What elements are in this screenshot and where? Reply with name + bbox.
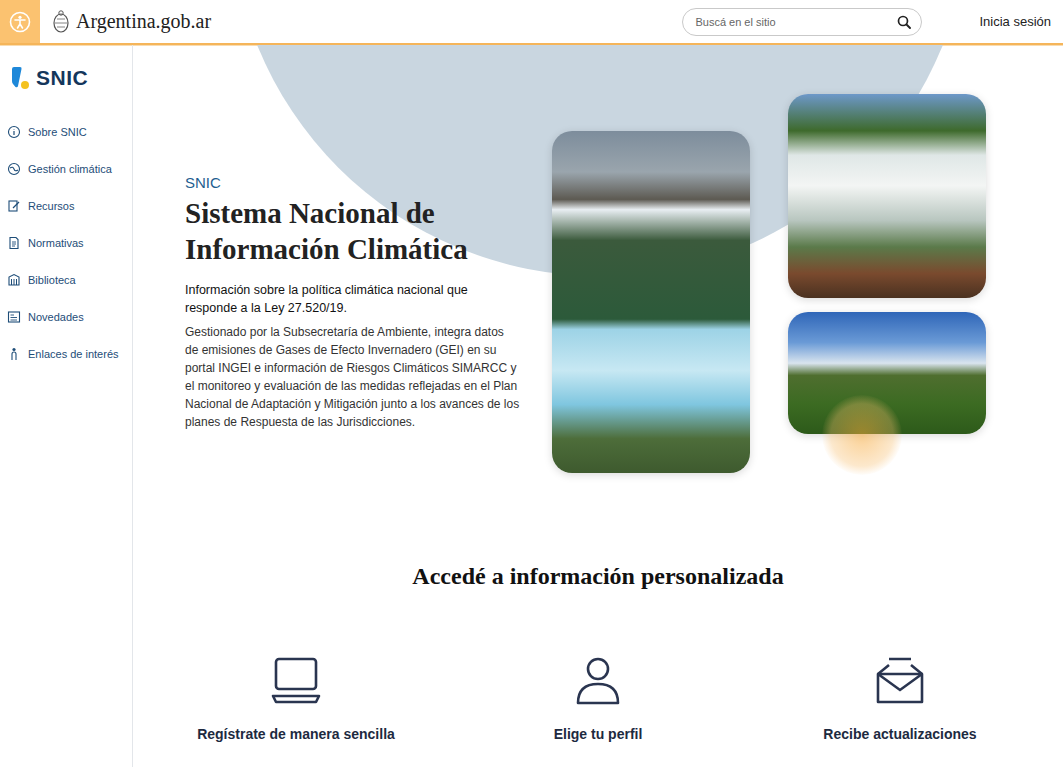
sidebar-item-label[interactable]: Novedades	[28, 311, 84, 323]
feature-item: Elige tu perfil	[447, 656, 749, 742]
top-bar: Argentina.gob.ar Inicia sesión	[0, 0, 1063, 45]
feature-label: Regístrate de manera sencilla	[197, 726, 395, 742]
sidebar: SNIC Sobre SNIC Gestión climática Recursos N…	[0, 45, 133, 767]
hero-lead: Información sobre la política climática …	[185, 281, 520, 317]
sidebar-menu: Sobre SNIC Gestión climática Recursos Norma…	[0, 113, 132, 372]
sidebar-item[interactable]: Enlaces de interés	[0, 335, 132, 372]
hero: SNIC Sistema Nacional de Información Clim…	[133, 45, 1063, 473]
glacier-photo	[552, 131, 750, 473]
snic-wordmark[interactable]: SNIC	[36, 66, 88, 90]
feature-label: Elige tu perfil	[554, 726, 643, 742]
snic-logo[interactable]: SNIC	[0, 64, 132, 92]
search-input[interactable]	[693, 15, 897, 29]
sidebar-item[interactable]: Recursos	[0, 187, 132, 224]
accessibility-button[interactable]	[0, 0, 40, 43]
hero-text: SNIC Sistema Nacional de Información Clim…	[185, 174, 520, 431]
feature-list: Regístrate de manera sencilla Elige tu pe…	[133, 656, 1063, 742]
sidebar-item-label[interactable]: Normativas	[28, 237, 84, 249]
decorative-glow	[822, 395, 902, 475]
sidebar-item-label[interactable]: Recursos	[28, 200, 74, 212]
user-icon	[573, 656, 623, 706]
sidebar-item[interactable]: Novedades	[0, 298, 132, 335]
sidebar-item[interactable]: Normativas	[0, 224, 132, 261]
photo-column	[788, 94, 986, 434]
news-icon	[7, 310, 21, 324]
feature-item: Recibe actualizaciones	[749, 656, 1051, 742]
sidebar-item[interactable]: Gestión climática	[0, 150, 132, 187]
search-icon	[897, 15, 911, 29]
coat-of-arms-icon	[52, 10, 70, 34]
hero-title: Sistema Nacional de Información Climátic…	[185, 195, 520, 267]
layout: SNIC Sobre SNIC Gestión climática Recursos N…	[0, 45, 1063, 767]
site-name[interactable]: Argentina.gob.ar	[76, 10, 211, 33]
main-content: SNIC Sistema Nacional de Información Clim…	[133, 45, 1063, 767]
sidebar-item[interactable]: Biblioteca	[0, 261, 132, 298]
library-icon	[7, 273, 21, 287]
climate-icon	[7, 162, 21, 176]
link-icon	[7, 347, 21, 361]
login-link[interactable]: Inicia sesión	[979, 14, 1051, 29]
sidebar-item[interactable]: Sobre SNIC	[0, 113, 132, 150]
hero-eyebrow: SNIC	[185, 174, 520, 191]
edit-icon	[7, 199, 21, 213]
personalized-section: Accedé a información personalizada Regíst…	[133, 473, 1063, 742]
section-title: Accedé a información personalizada	[133, 563, 1063, 590]
sidebar-item-label[interactable]: Sobre SNIC	[28, 126, 87, 138]
accessibility-icon	[9, 11, 31, 33]
info-icon	[7, 125, 21, 139]
site-logo[interactable]: Argentina.gob.ar	[52, 10, 211, 34]
envelope-icon	[875, 656, 925, 706]
laptop-icon	[271, 656, 321, 706]
feature-label: Recibe actualizaciones	[823, 726, 976, 742]
waterfall-photo	[788, 94, 986, 298]
sidebar-item-label[interactable]: Enlaces de interés	[28, 348, 119, 360]
hero-description: Gestionado por la Subsecretaría de Ambie…	[185, 323, 520, 431]
sidebar-item-label[interactable]: Gestión climática	[28, 163, 112, 175]
feature-item: Regístrate de manera sencilla	[145, 656, 447, 742]
search-field[interactable]	[682, 8, 922, 36]
document-icon	[7, 236, 21, 250]
snic-mark-icon	[10, 66, 30, 90]
sidebar-item-label[interactable]: Biblioteca	[28, 274, 76, 286]
